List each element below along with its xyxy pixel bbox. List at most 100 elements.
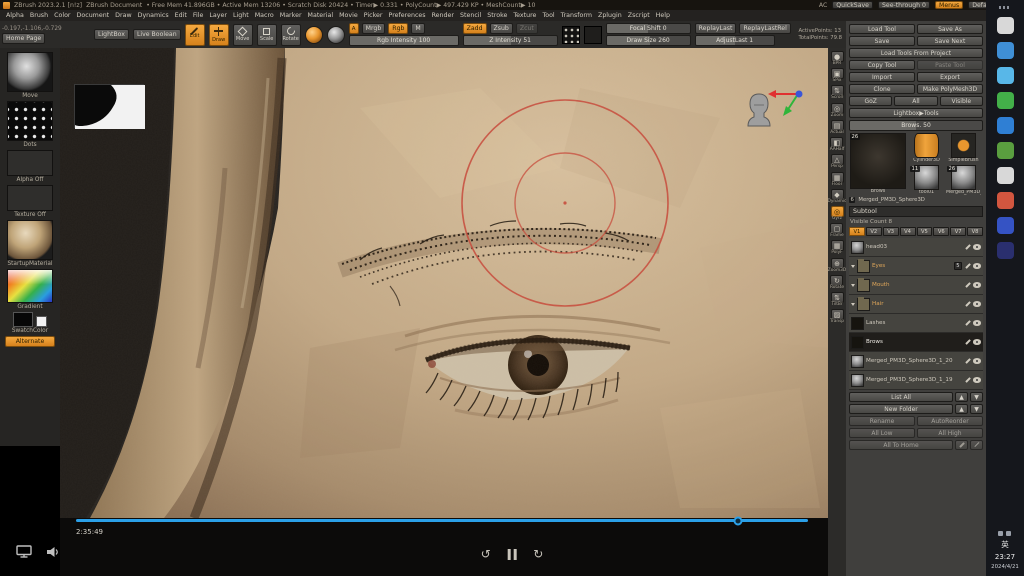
right-shelf-icon[interactable]: ▦ [831, 172, 844, 183]
menu-item[interactable]: Render [429, 12, 457, 19]
recent-tool-thumbnail[interactable]: 26 Merged_PM3D_S [946, 165, 981, 195]
menu-item[interactable]: Color [51, 12, 73, 19]
paste-tool-button[interactable]: Paste Tool [917, 60, 983, 70]
subtool-down-button[interactable]: ▼ [970, 392, 983, 402]
texture-off-button[interactable]: Texture Off [7, 185, 53, 218]
import-button[interactable]: Import [849, 72, 915, 82]
Merged_PM3D_Sphere3D_1_19[interactable]: Merged_PM3D_Sphere3D_1_19 [849, 371, 983, 390]
taskbar-app-icon[interactable] [997, 117, 1014, 134]
right-shelf-item[interactable]: ◎ Gyrz [831, 206, 844, 222]
menu-item[interactable]: Layer [206, 12, 230, 19]
quicksave-button[interactable]: QuickSave [832, 1, 873, 9]
edit-subtool-button[interactable] [955, 440, 968, 450]
Merged_PM3D_Sphere3D_1_20[interactable]: Merged_PM3D_Sphere3D_1_20 [849, 352, 983, 371]
visibility-eye-icon[interactable] [973, 244, 981, 250]
subtool-up-button[interactable]: ▲ [955, 392, 968, 402]
folder-down-button[interactable]: ▼ [970, 404, 983, 414]
zsub-button[interactable]: Zsub [490, 23, 513, 34]
visibility-eye-icon[interactable] [973, 339, 981, 345]
display-icon[interactable] [16, 545, 32, 558]
goz-visible-button[interactable]: Visible [940, 96, 983, 106]
taskbar-app-icon[interactable] [997, 167, 1014, 184]
draw-size-slider[interactable]: Draw Size 260 [606, 35, 691, 46]
material-button[interactable]: StartupMaterial [7, 220, 53, 267]
mrgb-button[interactable]: Mrgb [362, 23, 386, 34]
menu-item[interactable]: Material [305, 12, 337, 19]
sculpt-brush-icon[interactable] [964, 263, 971, 270]
menu-item[interactable]: Document [74, 12, 113, 19]
forward-button[interactable]: ↻ [533, 548, 543, 560]
Eyes[interactable]: Eyes 5 [849, 257, 983, 276]
menu-item[interactable]: Zplugin [595, 12, 625, 19]
subtool-tab[interactable]: V3 [883, 227, 899, 236]
pause-button[interactable] [508, 549, 517, 560]
menu-item[interactable]: File [190, 12, 207, 19]
sculpt-brush-icon[interactable] [964, 377, 971, 384]
sculpt-brush-icon[interactable] [964, 301, 971, 308]
menu-item[interactable]: Preferences [386, 12, 429, 19]
copy-tool-button[interactable]: Copy Tool [849, 60, 915, 70]
sculpt-brush-icon[interactable] [964, 282, 971, 289]
right-shelf-item[interactable]: ▤ Actual [830, 120, 843, 136]
alpha-picker-button[interactable] [584, 26, 602, 44]
rotate-button[interactable]: Rotate [281, 24, 301, 46]
recent-tool-thumbnail[interactable]: Cylinder3D [909, 133, 944, 163]
right-shelf-item[interactable]: △ Persp [831, 154, 844, 170]
secondary-color-swatch[interactable] [36, 316, 47, 327]
draw-button[interactable]: Draw [209, 24, 229, 46]
head03[interactable]: head03 [849, 238, 983, 257]
recent-tool-thumbnail[interactable]: 11 tool01 [909, 165, 944, 195]
expand-button[interactable] [970, 440, 983, 450]
clone-button[interactable]: Clone [849, 84, 915, 94]
Brows[interactable]: Brows [849, 333, 983, 352]
scale-button[interactable]: Scale [257, 24, 277, 46]
subtool-tab[interactable]: V4 [900, 227, 916, 236]
volume-icon[interactable] [46, 546, 60, 558]
stroke-picker-button[interactable] [562, 26, 580, 44]
right-shelf-item[interactable]: ⊕ Zoom3D [828, 258, 846, 274]
see-through-slider[interactable]: See-through 0 [878, 1, 930, 9]
zcut-button[interactable]: Zcut [516, 23, 538, 34]
export-button[interactable]: Export [917, 72, 983, 82]
taskbar-app-icon[interactable] [997, 92, 1014, 109]
goz-all-button[interactable]: All [894, 96, 937, 106]
right-shelf-item[interactable]: ▨ Transp [830, 309, 844, 325]
right-shelf-item[interactable]: ◎ Zoom [831, 103, 844, 119]
right-shelf-item[interactable]: ↻ Rotate [830, 275, 844, 291]
right-shelf-item[interactable]: ◆ Dynamic [828, 189, 847, 205]
subtool-tab[interactable]: V5 [917, 227, 933, 236]
save-next-button[interactable]: Save Next [917, 36, 983, 46]
menu-item[interactable]: Dynamics [135, 12, 172, 19]
menu-item[interactable]: Zscript [625, 12, 653, 19]
right-shelf-item[interactable]: ▢ Frame [830, 223, 843, 239]
subtool-tab[interactable]: V6 [933, 227, 949, 236]
taskbar-app-icon[interactable] [997, 142, 1014, 159]
all-low-button[interactable]: All Low [849, 428, 915, 438]
menu-item[interactable]: Stencil [457, 12, 484, 19]
subtool-section-header[interactable]: Subtool [849, 206, 983, 217]
recent-tool-thumbnail[interactable]: SimpleBrush [946, 133, 981, 163]
z-intensity-slider[interactable]: Z Intensity 51 [463, 35, 558, 46]
rename-button[interactable]: Rename [849, 416, 915, 426]
menu-item[interactable]: Macro [252, 12, 277, 19]
visibility-eye-icon[interactable] [973, 263, 981, 269]
right-shelf-icon[interactable]: ⊕ [831, 258, 844, 269]
replay-last-rel-button[interactable]: ReplayLastRel [739, 23, 790, 34]
color-picker[interactable]: Gradient [7, 269, 53, 310]
replay-last-button[interactable]: ReplayLast [695, 23, 737, 34]
right-shelf-item[interactable]: ▦ PolyF [831, 240, 844, 256]
save-button[interactable]: Save [849, 36, 915, 46]
list-all-button[interactable]: List All [849, 392, 953, 402]
folder-up-button[interactable]: ▲ [955, 404, 968, 414]
current-stroke-button[interactable]: Dots [7, 101, 53, 148]
visibility-eye-icon[interactable] [973, 320, 981, 326]
menu-item[interactable]: Help [653, 12, 673, 19]
taskbar-app-icon[interactable] [997, 42, 1014, 59]
swatch-color[interactable]: SwatchColor [12, 312, 48, 334]
taskbar-app-icon[interactable] [997, 217, 1014, 234]
visibility-eye-icon[interactable] [973, 377, 981, 383]
ime-indicator[interactable]: 英 [1001, 539, 1009, 550]
subtool-tab[interactable]: V7 [950, 227, 966, 236]
all-high-button[interactable]: All High [917, 428, 983, 438]
right-shelf-item[interactable]: ▣ SPix [831, 68, 844, 84]
